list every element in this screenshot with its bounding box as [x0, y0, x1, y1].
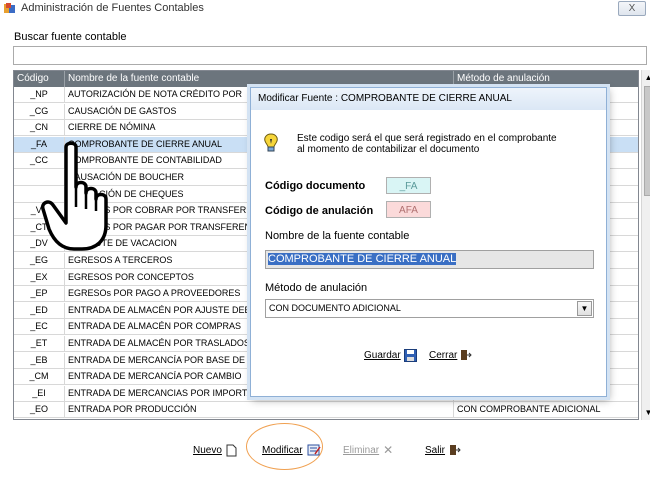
app-icon	[4, 3, 15, 13]
nombre-field[interactable]: COMPROBANTE DE CIERRE ANUAL	[265, 250, 594, 269]
chevron-down-icon[interactable]: ▼	[577, 301, 592, 316]
codigo-documento-label: Código documento	[265, 180, 366, 192]
code-cell: _EI	[14, 385, 65, 402]
modify-button[interactable]: Modificar	[262, 442, 321, 458]
metodo-value: CON DOCUMENTO ADICIONAL	[269, 303, 401, 313]
modify-button-label: Modificar	[262, 444, 303, 456]
header-nombre[interactable]: Nombre de la fuente contable	[65, 71, 454, 87]
name-cell: ENTRADA POR PRODUCCIÓN	[65, 402, 454, 419]
code-cell: _EB	[14, 352, 65, 369]
header-metodo[interactable]: Método de anulación	[454, 71, 638, 87]
metodo-label: Método de anulación	[265, 282, 368, 294]
header-codigo[interactable]: Código	[14, 71, 65, 87]
table-scrollbar[interactable]: ▲ ▼	[641, 70, 650, 420]
exit-door-icon	[450, 445, 461, 455]
code-cell: _EX	[14, 269, 65, 286]
scroll-up-icon[interactable]: ▲	[642, 70, 650, 85]
nombre-label: Nombre de la fuente contable	[265, 230, 410, 242]
info-line-2: al momento de contabilizar el documento	[297, 144, 480, 155]
save-disk-icon	[403, 349, 417, 362]
window-titlebar: Administración de Fuentes Contables X	[0, 0, 650, 18]
code-cell: _EC	[14, 319, 65, 336]
save-button[interactable]: Guardar	[364, 349, 417, 362]
codigo-anulacion-field[interactable]: AFA	[386, 201, 431, 218]
delete-button-label: Eliminar	[343, 444, 380, 456]
close-icon: X	[628, 3, 636, 14]
method-cell: CON COMPROBANTE ADICIONAL	[454, 402, 638, 418]
modify-source-dialog: Modificar Fuente : COMPROBANTE DE CIERRE…	[250, 87, 607, 397]
dialog-info-text: Este codigo será el que será registrado …	[297, 133, 597, 155]
close-door-icon	[461, 350, 473, 360]
new-button-label: Nuevo	[193, 444, 222, 456]
code-cell: _EP	[14, 286, 65, 303]
code-cell: _CN	[14, 120, 65, 137]
table-header: Código Nombre de la fuente contable Méto…	[14, 71, 638, 87]
delete-x-icon: ✕	[383, 443, 394, 457]
scroll-thumb[interactable]	[644, 86, 650, 196]
new-document-icon	[226, 444, 237, 456]
code-cell: _ET	[14, 336, 65, 352]
code-cell: _CG	[14, 103, 65, 120]
code-cell: _NP	[14, 87, 65, 103]
code-cell: _EG	[14, 253, 65, 269]
delete-button[interactable]: Eliminar ✕	[343, 442, 393, 458]
exit-button-label: Salir	[425, 444, 446, 456]
dialog-title: Modificar Fuente : COMPROBANTE DE CIERRE…	[251, 88, 606, 110]
search-input[interactable]	[13, 46, 647, 65]
exit-button[interactable]: Salir	[425, 442, 461, 458]
new-button[interactable]: Nuevo	[193, 442, 237, 458]
table-row[interactable]: _EO ENTRADA POR PRODUCCIÓN CON COMPROBANTE…	[14, 402, 638, 419]
close-dialog-button[interactable]: Cerrar	[429, 349, 473, 361]
scroll-down-icon[interactable]: ▼	[642, 405, 650, 420]
window-title: Administración de Fuentes Contables	[21, 2, 204, 14]
code-cell: _CM	[14, 369, 65, 386]
info-lightbulb-icon	[264, 133, 278, 152]
edit-icon	[307, 444, 321, 456]
code-cell: _EO	[14, 402, 65, 419]
nombre-value: COMPROBANTE DE CIERRE ANUAL	[268, 253, 457, 265]
metodo-select[interactable]: CON DOCUMENTO ADICIONAL ▼	[265, 299, 594, 318]
search-label: Buscar fuente contable	[14, 31, 127, 43]
save-button-label: Guardar	[364, 350, 401, 361]
code-cell: _ED	[14, 302, 65, 319]
close-dialog-label: Cerrar	[429, 349, 458, 361]
info-line-1: Este codigo será el que será registrado …	[297, 133, 557, 144]
codigo-documento-field[interactable]: _FA	[386, 177, 431, 194]
pointer-hand-icon	[40, 141, 108, 251]
close-button[interactable]: X	[618, 1, 646, 16]
codigo-anulacion-label: Código de anulación	[265, 205, 374, 217]
